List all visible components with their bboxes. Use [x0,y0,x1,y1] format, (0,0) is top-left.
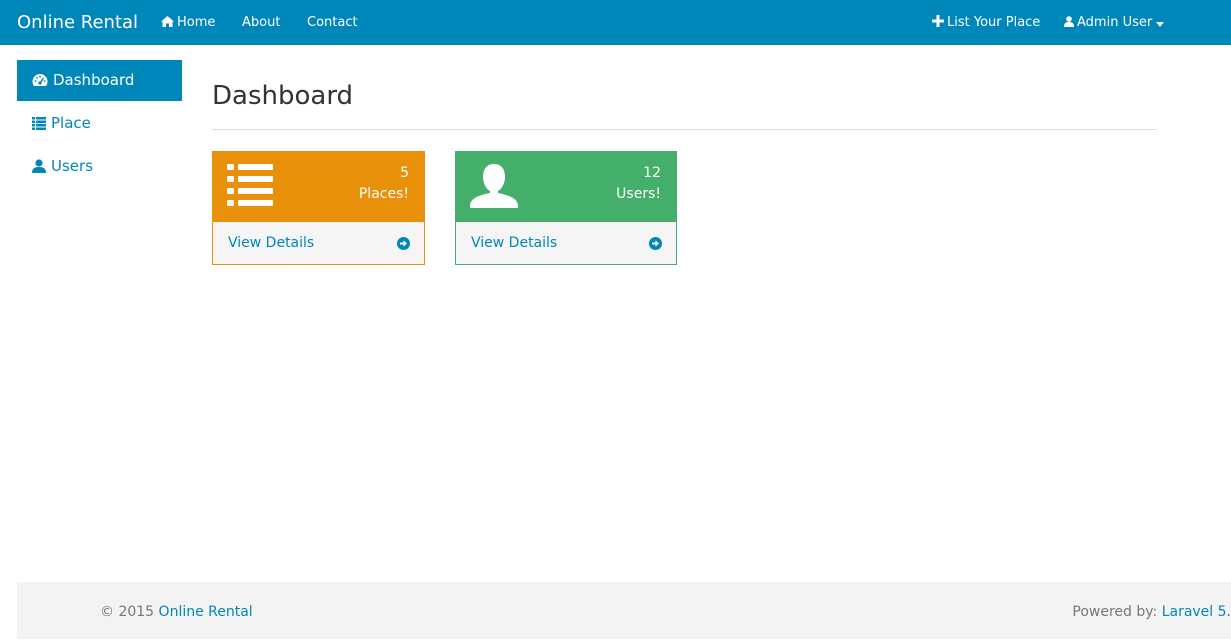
user-icon [32,159,46,173]
view-details-label: View Details [471,235,558,251]
dashboard-icon [32,74,48,86]
users-label: Users! [616,186,661,202]
plus-icon [932,15,944,27]
list-icon [227,164,273,206]
users-summary-panel: 12 Users! View Details [455,151,677,265]
home-icon [161,16,174,27]
places-view-details-link[interactable]: View Details [213,222,424,264]
sidebar-item-label: Dashboard [53,71,135,89]
places-panel-heading: 5 Places! [213,152,424,222]
nav-home-label: Home [177,15,216,30]
users-view-details-link[interactable]: View Details [456,222,676,264]
user-menu-label: Admin User [1077,15,1153,30]
title-divider [212,129,1157,130]
users-count: 12 [643,165,661,181]
top-navbar: Online Rental Home About Contact List Yo… [0,0,1231,45]
nav-about-link[interactable]: About [242,0,280,45]
footer-framework-link[interactable]: Laravel 5. [1162,604,1231,620]
user-icon [470,164,518,208]
list-your-place-label: List Your Place [947,15,1041,30]
footer-powered-by: Powered by: Laravel 5. [1072,582,1231,643]
sidebar-item-dashboard[interactable]: Dashboard [17,60,182,101]
sidebar-item-place[interactable]: Place [17,103,182,144]
arrow-circle-right-icon [649,237,662,250]
list-your-place-link[interactable]: List Your Place [932,0,1040,45]
caret-down-icon [1156,22,1165,27]
users-panel-heading: 12 Users! [456,152,676,222]
footer-copyright: © 2015 Online Rental [100,582,253,643]
sidebar-item-label: Users [51,157,94,175]
sidebar-item-users[interactable]: Users [17,146,182,187]
powered-by-text: Powered by: [1072,604,1158,620]
user-menu-dropdown[interactable]: Admin User [1064,0,1167,45]
places-summary-panel: 5 Places! View Details [212,151,425,265]
sidebar-item-label: Place [51,114,91,132]
list-icon [32,117,46,130]
nav-contact-link[interactable]: Contact [307,0,358,45]
copyright-text: © 2015 [100,604,155,620]
page-title: Dashboard [212,81,354,111]
places-label: Places! [358,186,409,202]
user-icon [1064,16,1074,27]
view-details-label: View Details [228,235,315,251]
arrow-circle-right-icon [397,237,410,250]
footer-site-link[interactable]: Online Rental [159,604,253,620]
places-count: 5 [400,165,409,181]
page-footer: © 2015 Online Rental Powered by: Laravel… [17,582,1231,639]
nav-home-link[interactable]: Home [161,0,215,45]
brand-link[interactable]: Online Rental [17,0,138,45]
